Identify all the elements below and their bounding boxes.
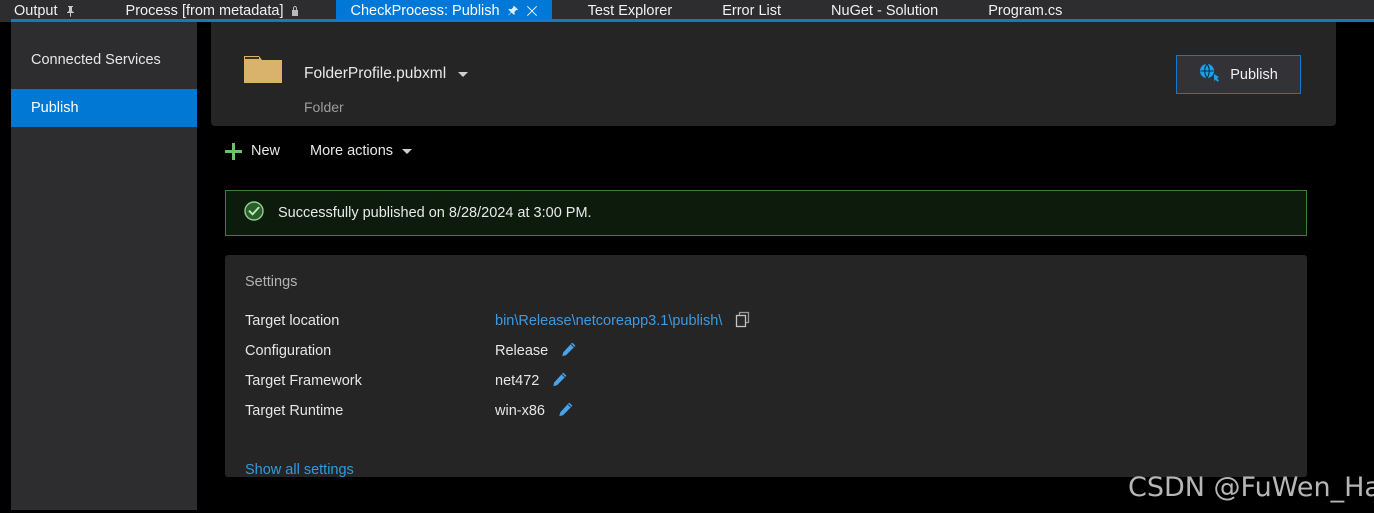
folder-icon [243,52,283,85]
setting-value: win-x86 [495,403,545,419]
success-check-icon [244,200,264,226]
publish-button[interactable]: Publish [1176,55,1301,94]
pin-icon[interactable] [507,5,519,17]
setting-value-group: win-x86 [495,401,574,422]
more-actions-button[interactable]: More actions [310,143,413,159]
profile-subtitle: Folder [304,99,344,115]
sidebar: Connected Services Publish [11,22,197,510]
setting-label: Target Runtime [245,403,344,419]
profile-name-label: FolderProfile.pubxml [304,65,447,82]
lock-icon [290,5,300,17]
sidebar-item-publish[interactable]: Publish [11,89,197,127]
new-button-label: New [251,143,281,159]
new-profile-button[interactable]: New [225,142,281,160]
publish-button-label: Publish [1230,66,1278,83]
setting-row-target-location: Target location bin\Release\netcoreapp3.… [245,306,1285,336]
copy-icon[interactable] [734,311,751,332]
pencil-edit-icon[interactable] [551,371,568,392]
pencil-edit-icon[interactable] [557,401,574,422]
settings-title: Settings [245,274,298,290]
action-toolbar: New More actions [225,136,413,166]
watermark: CSDN @FuWen_Hao [1128,472,1374,503]
tab-label: NuGet - Solution [831,3,939,19]
setting-row-target-framework: Target Framework net472 [245,366,1285,396]
setting-label: Configuration [245,343,332,359]
sidebar-item-label: Connected Services [31,52,161,68]
more-actions-label: More actions [310,143,394,159]
success-banner-message: Successfully published on 8/28/2024 at 3… [278,205,592,221]
settings-panel: Settings Target location bin\Release\net… [225,255,1307,478]
plus-icon [225,142,242,160]
tab-label: Test Explorer [587,3,673,19]
publish-window: Output Process [from metadata] CheckProc… [0,0,1374,513]
setting-value-group: bin\Release\netcoreapp3.1\publish\ [495,311,751,332]
main-content: FolderProfile.pubxml Folder Publish New … [197,22,1374,513]
setting-value-group: net472 [495,371,568,392]
show-all-settings-link[interactable]: Show all settings [245,462,354,478]
setting-label: Target Framework [245,373,362,389]
tab-label: Program.cs [988,3,1063,19]
pencil-edit-icon[interactable] [560,341,577,362]
tab-label: CheckProcess: Publish [350,3,500,19]
profile-name-dropdown[interactable]: FolderProfile.pubxml [304,65,469,83]
setting-value: net472 [495,373,540,389]
publish-profile-header: FolderProfile.pubxml Folder Publish [211,22,1336,126]
target-location-link[interactable]: bin\Release\netcoreapp3.1\publish\ [495,313,722,329]
close-icon[interactable] [526,5,538,17]
setting-row-configuration: Configuration Release [245,336,1285,366]
success-banner: Successfully published on 8/28/2024 at 3… [225,190,1307,236]
tab-label: Output [14,3,58,19]
pin-icon[interactable] [65,5,76,17]
setting-value-group: Release [495,341,577,362]
tab-label: Error List [722,3,782,19]
sidebar-item-label: Publish [31,100,79,116]
setting-value: Release [495,343,549,359]
tab-label: Process [from metadata] [125,3,284,19]
web-publish-globe-icon [1199,63,1221,86]
setting-row-target-runtime: Target Runtime win-x86 [245,396,1285,426]
chevron-down-icon[interactable] [458,71,469,77]
chevron-down-icon[interactable] [402,148,413,154]
sidebar-item-connected-services[interactable]: Connected Services [11,41,197,79]
setting-label: Target location [245,313,340,329]
